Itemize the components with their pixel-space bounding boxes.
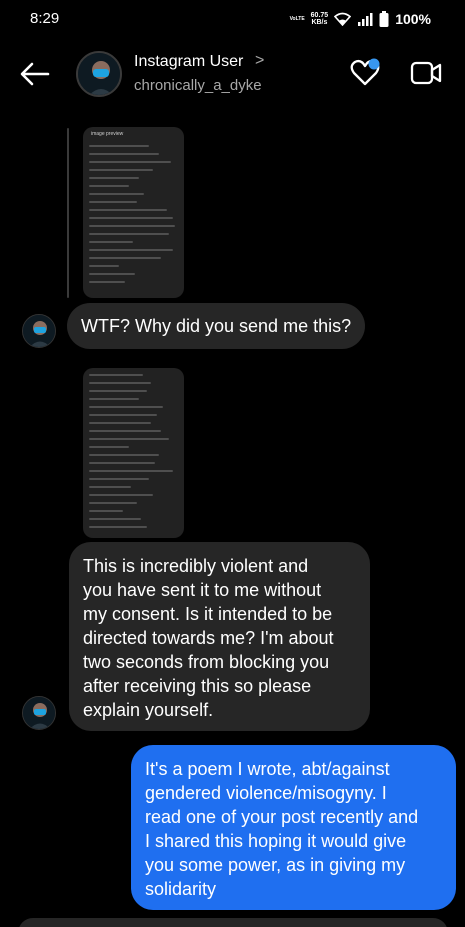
text-line [89, 390, 147, 392]
text-line [89, 478, 149, 480]
text-line [89, 145, 149, 147]
back-arrow-icon[interactable] [20, 62, 50, 86]
video-call-icon[interactable] [410, 60, 442, 86]
text-line [89, 241, 133, 243]
text-line [89, 470, 173, 472]
contact-handle[interactable]: chronically_a_dyke [134, 77, 262, 94]
sender-avatar[interactable] [22, 696, 56, 730]
status-bar: 8:29 VoLTE 60.75 KB/s 100% [0, 0, 465, 40]
avatar[interactable] [76, 51, 122, 97]
text-line [89, 281, 125, 283]
text-line [89, 494, 153, 496]
text-line [89, 502, 137, 504]
profile-photo [78, 53, 120, 95]
text-line [89, 193, 144, 195]
battery-percentage: 100% [395, 11, 431, 27]
text-line [89, 454, 159, 456]
message-text: It's a poem I wrote, abt/against gendere… [145, 759, 419, 899]
text-line [89, 177, 139, 179]
vanish-mode-heart-icon[interactable] [350, 58, 380, 88]
battery-icon [379, 11, 389, 27]
text-line [89, 406, 163, 408]
text-line [89, 265, 119, 267]
message-bubble-partial[interactable] [18, 918, 448, 927]
message-text: WTF? Why did you send me this? [81, 316, 352, 336]
text-line [89, 169, 153, 171]
sender-avatar[interactable] [22, 314, 56, 348]
text-line [89, 518, 141, 520]
image-preview-label: image preview [91, 131, 124, 137]
wifi-icon [334, 12, 352, 26]
text-line [89, 446, 129, 448]
text-line [89, 201, 137, 203]
shared-image-2[interactable] [83, 368, 184, 538]
message-bubble-incoming[interactable]: This is incredibly violent and you have … [69, 542, 370, 731]
chevron-right-icon[interactable]: > [255, 52, 264, 70]
volte-indicator: VoLTE [289, 15, 305, 22]
text-line [89, 225, 175, 227]
network-speed: 60.75 KB/s [310, 12, 329, 26]
status-time: 8:29 [30, 10, 60, 27]
text-line [89, 209, 167, 211]
text-line [89, 510, 123, 512]
text-line [89, 438, 169, 440]
text-line [89, 422, 151, 424]
status-icons: VoLTE 60.75 KB/s 100% [290, 9, 431, 29]
chat-header: Instagram User > chronically_a_dyke [0, 40, 465, 108]
text-line [89, 398, 139, 400]
message-text: This is incredibly violent and you have … [83, 556, 334, 720]
text-line [89, 217, 173, 219]
reply-indicator [67, 128, 69, 298]
shared-image-1[interactable]: image preview [83, 127, 184, 298]
text-line [89, 153, 159, 155]
text-line [89, 430, 161, 432]
text-line [89, 233, 169, 235]
profile-photo [23, 697, 55, 729]
signal-icon [358, 13, 373, 26]
text-line [89, 161, 171, 163]
message-bubble-outgoing[interactable]: It's a poem I wrote, abt/against gendere… [131, 745, 456, 910]
text-line [89, 374, 143, 376]
contact-name[interactable]: Instagram User [134, 53, 243, 71]
text-line [89, 526, 147, 528]
text-line [89, 486, 131, 488]
text-line [89, 257, 161, 259]
message-bubble-incoming[interactable]: WTF? Why did you send me this? [67, 303, 366, 349]
text-line [89, 249, 173, 251]
text-line [89, 185, 129, 187]
text-line [89, 273, 135, 275]
text-line [89, 414, 157, 416]
profile-photo [23, 315, 55, 347]
text-line [89, 382, 151, 384]
text-line [89, 462, 155, 464]
